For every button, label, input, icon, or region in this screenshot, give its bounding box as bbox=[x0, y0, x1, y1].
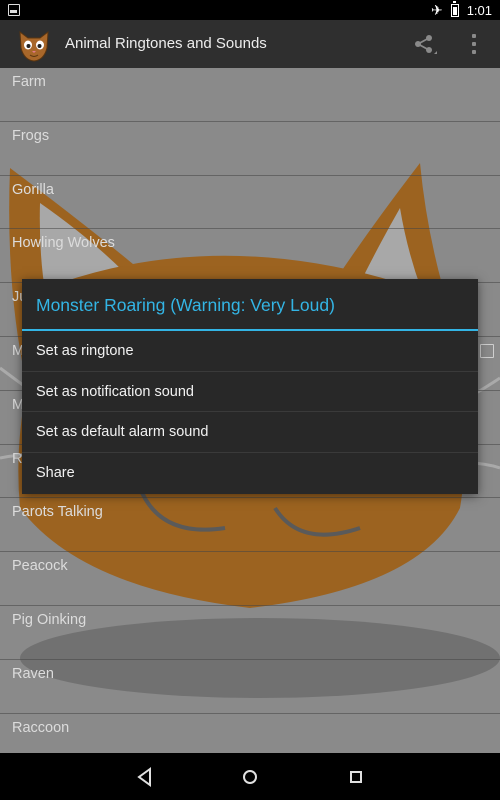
overflow-menu-icon[interactable] bbox=[462, 30, 486, 58]
clock: 1:01 bbox=[466, 2, 492, 18]
notification-icon bbox=[8, 4, 20, 16]
list-item[interactable]: Peacock bbox=[0, 552, 500, 606]
dialog-title: Monster Roaring (Warning: Very Loud) bbox=[22, 279, 478, 331]
battery-icon bbox=[450, 0, 459, 17]
list-item[interactable]: Pig Oinking bbox=[0, 606, 500, 660]
set-notification-option[interactable]: Set as notification sound bbox=[22, 372, 478, 412]
back-icon[interactable] bbox=[135, 766, 155, 788]
home-icon[interactable] bbox=[240, 766, 260, 788]
list-item[interactable]: Frogs bbox=[0, 122, 500, 176]
list-item[interactable]: Howling Wolves bbox=[0, 229, 500, 284]
app-title: Animal Ringtones and Sounds bbox=[65, 35, 267, 52]
airplane-mode-icon: ✈ bbox=[430, 2, 443, 18]
list-item[interactable]: Farm bbox=[0, 68, 500, 122]
list-item[interactable]: Raven bbox=[0, 660, 500, 714]
set-ringtone-option[interactable]: Set as ringtone bbox=[22, 331, 478, 372]
share-icon[interactable] bbox=[410, 30, 438, 58]
cat-logo-icon[interactable] bbox=[14, 24, 54, 64]
recents-icon[interactable] bbox=[346, 766, 366, 788]
set-alarm-option[interactable]: Set as default alarm sound bbox=[22, 412, 478, 453]
context-menu-dialog: Monster Roaring (Warning: Very Loud) Set… bbox=[22, 279, 478, 494]
action-bar: Animal Ringtones and Sounds bbox=[0, 20, 500, 68]
list-item[interactable]: Parots Talking bbox=[0, 498, 500, 553]
status-bar: ✈ 1:01 bbox=[0, 0, 500, 20]
navigation-bar bbox=[0, 753, 500, 800]
share-option[interactable]: Share bbox=[22, 453, 478, 494]
list-checkbox[interactable] bbox=[480, 344, 494, 358]
status-right: ✈ 1:01 bbox=[430, 0, 492, 18]
list-item[interactable]: Raccoon bbox=[0, 714, 500, 753]
list-item[interactable]: Gorilla bbox=[0, 176, 500, 230]
